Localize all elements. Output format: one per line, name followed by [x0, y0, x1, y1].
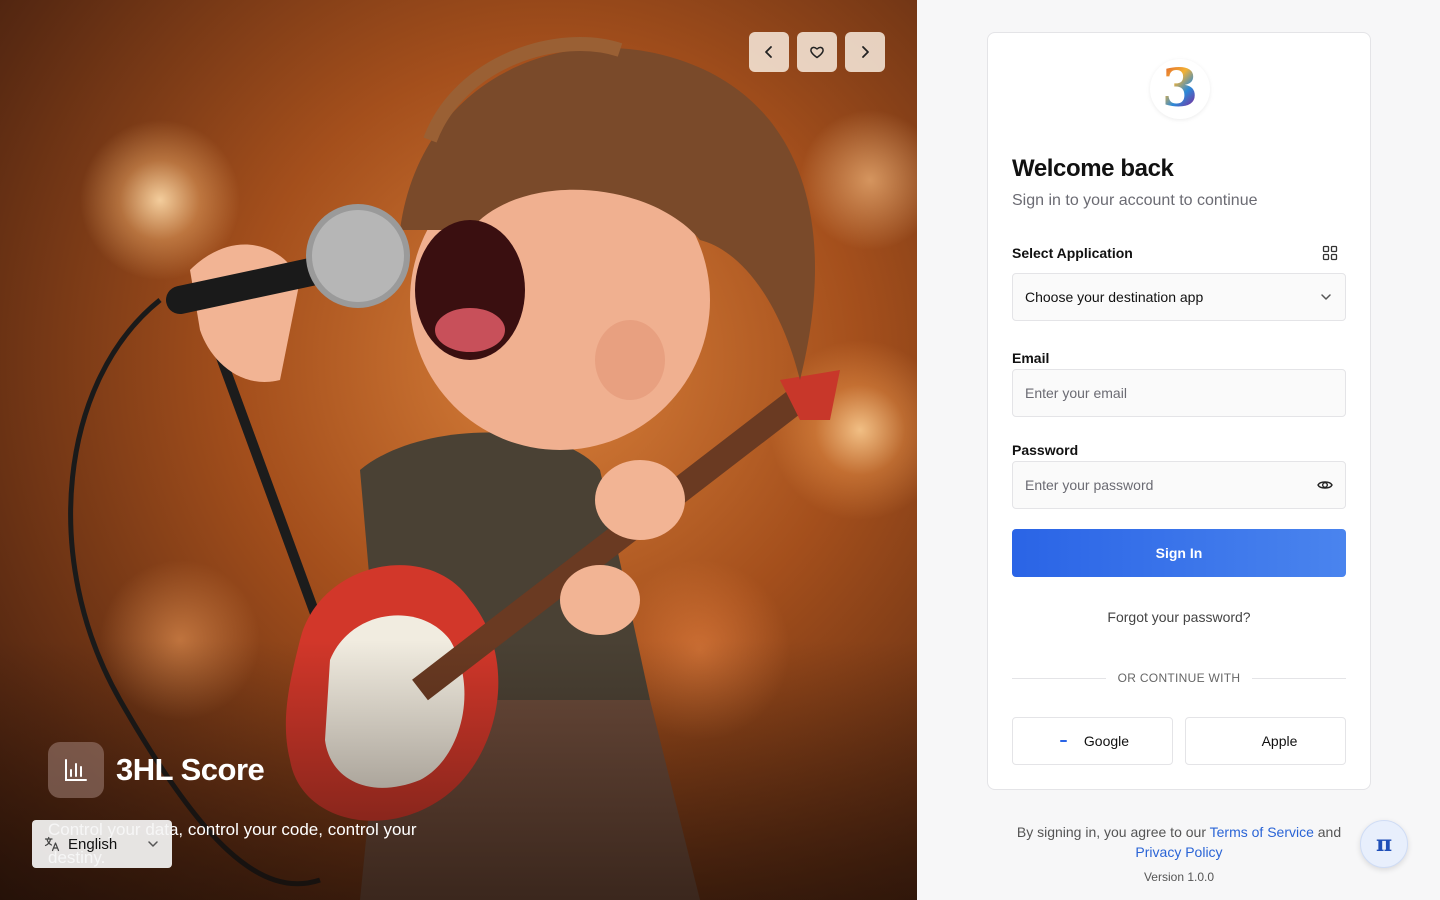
privacy-link[interactable]: Privacy Policy — [1135, 844, 1222, 860]
password-field-wrapper — [1012, 461, 1346, 509]
terms-link[interactable]: Terms of Service — [1210, 824, 1314, 840]
next-image-button[interactable] — [845, 32, 885, 72]
google-label: Google — [1083, 733, 1130, 749]
page-subtitle: Sign in to your account to continue — [1012, 192, 1258, 209]
password-label: Password — [1012, 442, 1079, 458]
legal-and: and — [1317, 824, 1342, 840]
brand: 3HL Score — [48, 742, 265, 798]
apple-icon — [1234, 733, 1250, 749]
google-icon — [1056, 733, 1072, 749]
divider: OR CONTINUE WITH — [1012, 670, 1347, 686]
version-label: Version 1.0.0 — [1143, 870, 1215, 884]
legal-notice: By signing in, you agree to our Terms of… — [987, 822, 1371, 862]
email-field-wrapper — [1012, 369, 1346, 417]
legal-prefix: By signing in, you agree to our — [1016, 824, 1206, 840]
divider-label: OR CONTINUE WITH — [1117, 671, 1241, 685]
google-signin-button[interactable]: Google — [1012, 717, 1173, 765]
app-logo: 3 — [1150, 59, 1210, 119]
bar-chart-icon — [65, 759, 87, 781]
eye-icon[interactable] — [1317, 477, 1333, 493]
page-title: Welcome back — [1012, 155, 1174, 182]
chevron-down-icon — [148, 841, 158, 847]
app-logo-glyph: 3 — [1161, 58, 1199, 119]
language-label: English — [68, 835, 118, 853]
apple-label: Apple — [1261, 733, 1298, 749]
sign-in-button[interactable]: Sign In — [1012, 529, 1346, 577]
application-select-value: Choose your destination app — [1025, 289, 1204, 305]
favorite-button[interactable] — [797, 32, 837, 72]
divider-line — [1252, 677, 1347, 679]
login-card: 3 Welcome back Sign in to your account t… — [987, 32, 1371, 790]
email-label: Email — [1012, 350, 1050, 366]
password-field[interactable] — [1025, 477, 1317, 493]
previous-image-button[interactable] — [749, 32, 789, 72]
apple-signin-button[interactable]: Apple — [1185, 717, 1346, 765]
pi-assistant-button[interactable]: π — [1360, 820, 1408, 868]
hero-panel: 3HL Score Control your data, control you… — [0, 0, 917, 900]
translate-icon — [44, 836, 60, 852]
application-label: Select Application — [1012, 245, 1133, 261]
brand-title: 3HL Score — [116, 752, 265, 787]
divider-line — [1012, 677, 1106, 679]
application-select[interactable]: Choose your destination app — [1012, 273, 1346, 321]
chevron-left-icon — [765, 46, 772, 58]
chevron-right-icon — [862, 46, 869, 58]
brand-logo — [48, 742, 104, 798]
forgot-password-link[interactable]: Forgot your password? — [1012, 609, 1346, 625]
chevron-down-icon — [1321, 294, 1331, 300]
heart-icon — [810, 46, 824, 59]
email-field[interactable] — [1025, 385, 1333, 401]
language-selector[interactable]: English — [32, 820, 172, 868]
grid-icon[interactable] — [1322, 245, 1338, 261]
